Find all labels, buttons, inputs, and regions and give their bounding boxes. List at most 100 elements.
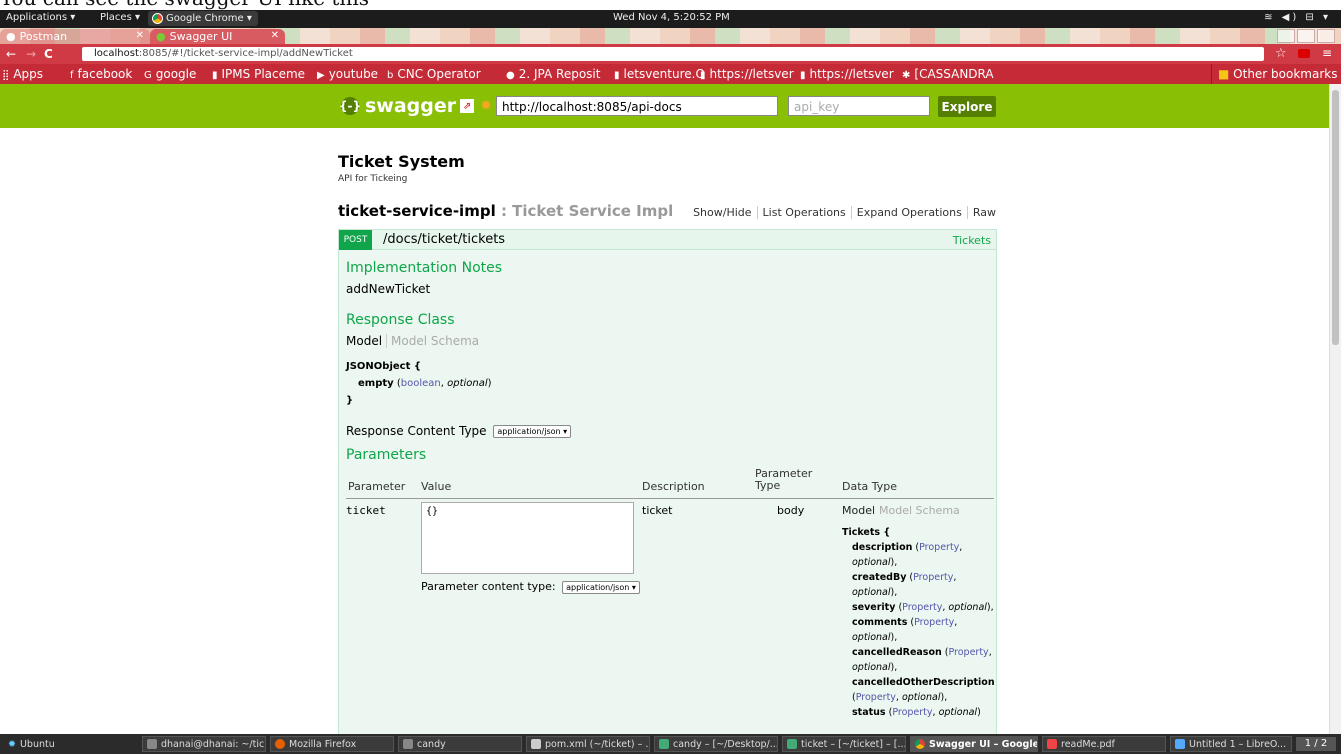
extension-icon[interactable] [1298, 49, 1310, 58]
show-hide-link[interactable]: Show/Hide [688, 206, 758, 219]
tab-swagger-ui[interactable]: ● Swagger UI ✕ [150, 29, 285, 44]
bookmarks-bar: ⣿ Apps f facebook Ggoogle ▮ IPMS Placeme ▶ y… [0, 64, 1341, 84]
resource-name[interactable]: ticket-service-impl [338, 202, 496, 220]
start-button[interactable]: ✹ Ubuntu [4, 736, 124, 752]
tab-postman[interactable]: ● Postman ✕ [0, 29, 150, 44]
swagger-content: Ticket System API for Tickeing ticket-se… [338, 152, 998, 734]
response-content-type-select[interactable]: application/json ▾ [493, 425, 572, 438]
raw-link[interactable]: Raw [968, 206, 996, 219]
bookmark-cassandra[interactable]: ✱ [CASSANDRA [902, 67, 994, 81]
response-model: JSONObject { empty (boolean, optional) } [346, 358, 492, 409]
places-menu[interactable]: Places ▾ [100, 12, 140, 23]
model-schema-tab[interactable]: Model Schema [879, 504, 960, 517]
model-tab[interactable]: Model [346, 334, 382, 348]
pdf-icon [1047, 739, 1057, 749]
task-swagger-chrome[interactable]: Swagger UI – Google... [910, 736, 1038, 752]
swagger-leaf-icon: ● [156, 30, 166, 43]
gear-icon: ✹ [480, 98, 492, 114]
cassandra-icon: ✱ [902, 70, 911, 81]
task-candy[interactable]: candy [398, 736, 522, 752]
apps-icon: ⣿ [2, 70, 10, 81]
bookmark-youtube[interactable]: ▶ youtube [317, 67, 378, 81]
task-pom[interactable]: pom.xml (~/ticket) – ... [526, 736, 650, 752]
terminal-icon [147, 739, 157, 749]
page-icon: ▮ [800, 70, 806, 81]
resource-heading: ticket-service-impl : Ticket Service Imp… [338, 202, 998, 224]
bookmark-facebook[interactable]: f facebook [70, 67, 132, 81]
system-tray[interactable]: ≋ ◀) ⊟ ▾ [1264, 12, 1331, 23]
folder-icon [403, 739, 413, 749]
star-icon[interactable]: ☆ [1275, 46, 1287, 61]
close-icon[interactable]: ✕ [136, 30, 144, 41]
parameters-table-header: Parameter Value Description Parameter Ty… [346, 468, 994, 499]
reload-icon[interactable]: C [44, 47, 53, 61]
swagger-braces-icon: {-} [338, 97, 362, 115]
model-property: cancelledOtherDescription (Property, opt… [852, 677, 995, 703]
folder-icon: ■ [1218, 67, 1230, 81]
close-window-icon[interactable] [1317, 29, 1335, 43]
scrollbar-thumb[interactable] [1332, 90, 1339, 345]
model-property: cancelledReason (Property, optional), [852, 647, 992, 673]
back-arrow-icon[interactable]: ← [6, 47, 16, 61]
param-content-type-select[interactable]: application/json ▾ [562, 580, 640, 594]
task-ticket-idea[interactable]: ticket – [~/ticket] – [... [782, 736, 906, 752]
model-field-type[interactable]: boolean [401, 378, 441, 389]
model-tab[interactable]: Model [842, 504, 875, 517]
operation-tag-link[interactable]: Tickets [953, 234, 991, 247]
response-content-type: Response Content Type application/json ▾ [346, 424, 572, 438]
api-key-input[interactable]: api_key [788, 96, 930, 116]
bookmark-ipms[interactable]: ▮ IPMS Placeme [212, 67, 305, 81]
parameter-row: ticket {} Parameter content type: applic… [346, 502, 997, 722]
bookmark-jpa[interactable]: ● 2. JPA Reposit [506, 67, 600, 81]
maximize-icon[interactable] [1297, 29, 1315, 43]
applications-menu[interactable]: Applications ▾ [6, 12, 75, 23]
model-property: createdBy (Property, optional), [852, 572, 957, 598]
minimize-icon[interactable] [1277, 29, 1295, 43]
model-schema-tab[interactable]: Model Schema [386, 334, 480, 348]
window-controls [1277, 29, 1335, 43]
param-model-tabs: Model Model Schema [842, 504, 997, 517]
operation-path[interactable]: /docs/ticket/tickets [383, 232, 505, 247]
bookmark-cnc[interactable]: b CNC Operator [387, 67, 481, 81]
bookmark-letsventure[interactable]: ▮ letsventure.O [614, 67, 705, 81]
url-host: localhost [94, 48, 139, 59]
operation-body: Implementation Notes addNewTicket Respon… [338, 250, 997, 734]
expand-operations-link[interactable]: Expand Operations [851, 206, 968, 219]
page-scrollbar[interactable] [1329, 84, 1341, 734]
bookmark-apps[interactable]: ⣿ Apps [2, 67, 43, 81]
list-operations-link[interactable]: List Operations [757, 206, 852, 219]
chrome-menu-icon[interactable]: ≡ [1322, 46, 1332, 60]
task-candy-idea[interactable]: candy – [~/Desktop/... [654, 736, 778, 752]
task-firefox[interactable]: Mozilla Firefox [270, 736, 394, 752]
libreoffice-icon [1175, 739, 1185, 749]
spring-icon: ● [506, 70, 515, 81]
api-docs-url-input[interactable]: http://localhost:8085/api-docs [496, 96, 778, 116]
page-viewport: {-} swagger ⇗ ✹ http://localhost:8085/ap… [0, 84, 1329, 734]
other-bookmarks[interactable]: ■ Other bookmarks [1211, 64, 1338, 84]
forward-arrow-icon[interactable]: → [26, 47, 36, 61]
task-terminal[interactable]: dhanai@dhanai: ~/tic... [142, 736, 266, 752]
param-name: ticket [346, 504, 386, 517]
app-menu-label: Google Chrome ▾ [166, 13, 252, 24]
app-menu[interactable]: Google Chrome ▾ [148, 11, 258, 26]
bookmark-google[interactable]: Ggoogle [144, 67, 196, 81]
explore-button[interactable]: Explore [938, 96, 996, 117]
http-method-badge[interactable]: POST [339, 230, 372, 250]
param-content-type: Parameter content type: application/json… [421, 580, 640, 594]
swagger-logo[interactable]: {-} swagger ⇗ ✹ [338, 95, 492, 117]
operation-heading[interactable]: POST /docs/ticket/tickets Tickets [338, 229, 997, 250]
close-icon[interactable]: ✕ [271, 30, 279, 41]
task-libreoffice[interactable]: Untitled 1 – LibreO... [1170, 736, 1292, 752]
model-close: } [346, 395, 354, 406]
col-data-type: Data Type [842, 480, 898, 493]
bookmark-letsver-2[interactable]: ▮ https://letsver [800, 67, 894, 81]
task-readme[interactable]: readMe.pdf [1042, 736, 1166, 752]
page-caption: You can see the swagger UI like this [0, 0, 369, 10]
response-model-tabs: Model Model Schema [346, 334, 480, 348]
tickets-model-name: Tickets { [842, 527, 891, 538]
bookmark-letsver-1[interactable]: ▮ https://letsver [700, 67, 794, 81]
param-value-textarea[interactable]: {} [421, 502, 634, 574]
url-input[interactable]: localhost:8085/#!/ticket-service-impl/ad… [82, 47, 1264, 61]
workspace-pager[interactable]: 1 / 2 [1296, 737, 1336, 751]
clock[interactable]: Wed Nov 4, 5:20:52 PM [613, 12, 730, 23]
